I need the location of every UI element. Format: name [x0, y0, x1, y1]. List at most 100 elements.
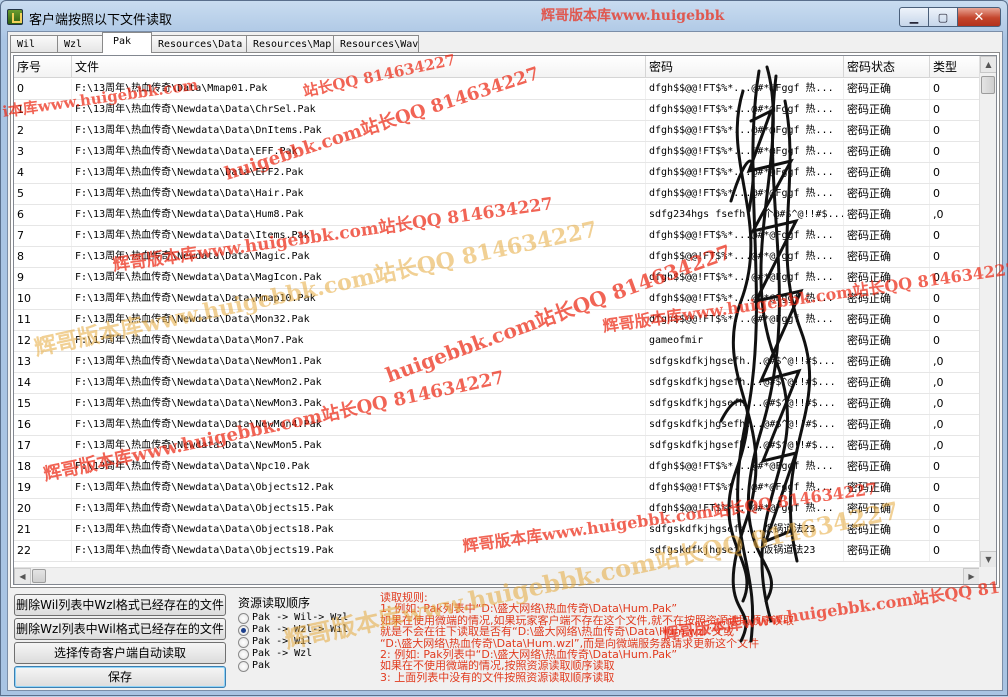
file-path-cell: F:\13周年\热血传奇\Newdata\Data\DnItems.Pak	[72, 121, 646, 141]
table-row[interactable]: 17 F:\13周年\热血传奇\Newdata\Data\NewMon5.Pak s…	[14, 436, 986, 457]
radio-button-icon[interactable]	[238, 648, 249, 660]
table-row[interactable]: 13 F:\13周年\热血传奇\Newdata\Data\NewMon1.Pak s…	[14, 352, 986, 373]
scroll-right-button[interactable]: ▶	[963, 568, 980, 584]
resource-order-radio[interactable]: Pak -> Wil-> Wzl	[238, 612, 348, 624]
password-cell: sdfg234hgs fsefh...个@#$^@!!#$...	[646, 205, 844, 225]
horizontal-scroll-thumb[interactable]	[32, 569, 46, 583]
table-row[interactable]: 2 F:\13周年\热血传奇\Newdata\Data\DnItems.Pak df…	[14, 121, 986, 142]
column-header[interactable]: 文件	[72, 56, 646, 78]
column-header[interactable]: 类型	[930, 56, 986, 78]
password-status-cell: 密码正确	[844, 499, 930, 519]
auto-read-client-button[interactable]: 选择传奇客户端自动读取	[14, 642, 226, 664]
table-row[interactable]: 20 F:\13周年\热血传奇\Newdata\Data\Objects15.Pa…	[14, 499, 986, 520]
table-row[interactable]: 5 F:\13周年\热血传奇\Newdata\Data\Hair.Pak dfgh$…	[14, 184, 986, 205]
vertical-scrollbar[interactable]: ▲ ▼	[979, 56, 996, 568]
tab-pak[interactable]: Pak	[102, 32, 152, 53]
radio-button-icon[interactable]	[238, 636, 249, 648]
vertical-scroll-thumb[interactable]	[981, 76, 995, 94]
table-row[interactable]: 18 F:\13周年\热血传奇\Newdata\Data\Npc10.Pak dfg…	[14, 457, 986, 478]
table-row[interactable]: 7 F:\13周年\热血传奇\Newdata\Data\Items.Pak dfgh…	[14, 226, 986, 247]
table-row[interactable]: 19 F:\13周年\热血传奇\Newdata\Data\Objects12.Pa…	[14, 478, 986, 499]
column-header[interactable]: 密码状态	[844, 56, 930, 78]
table-row[interactable]: 8 F:\13周年\热血传奇\Newdata\Data\Magic.Pak dfgh…	[14, 247, 986, 268]
table-row[interactable]: 3 F:\13周年\热血传奇\Newdata\Data\EFF.Pak dfgh$$…	[14, 142, 986, 163]
row-index-cell: 12	[14, 331, 72, 351]
type-cell: 0	[930, 226, 986, 246]
type-cell: 0	[930, 268, 986, 288]
file-path-cell: F:\13周年\热血传奇\Newdata\Data\Objects15.Pak	[72, 499, 646, 519]
rule-line: 2: 例如: Pak列表中“D:\盛大网络\热血传奇\Data\Hum.Pak”	[380, 649, 678, 661]
horizontal-scrollbar[interactable]: ◀ ▶	[14, 567, 980, 584]
maximize-button[interactable]: ▢	[928, 7, 958, 27]
type-cell: ,0	[930, 394, 986, 414]
password-cell: dfgh$$@@!FT$%*...@#*@Fggf 热...	[646, 226, 844, 246]
scroll-down-button[interactable]: ▼	[980, 551, 996, 568]
radio-label: Pak	[252, 660, 271, 671]
rule-line: 3: 上面列表中没有的文件按照资源读取顺序读取	[380, 671, 615, 684]
resource-order-radio[interactable]: Pak -> Wzl	[238, 648, 312, 660]
column-header[interactable]: 序号	[14, 56, 72, 78]
type-cell: 0	[930, 310, 986, 330]
row-index-cell: 16	[14, 415, 72, 435]
table-row[interactable]: 1 F:\13周年\热血传奇\Newdata\Data\ChrSel.Pak dfg…	[14, 100, 986, 121]
resource-order-radio[interactable]: Pak -> Wzl-> Wil	[238, 624, 348, 636]
title-bar[interactable]: 客户端按照以下文件读取 ▁ ▢ ✕	[1, 1, 1007, 31]
file-path-cell: F:\13周年\热血传奇\Newdata\Data\Mmap10.Pak	[72, 289, 646, 309]
radio-button-icon[interactable]	[238, 624, 249, 636]
password-cell: dfgh$$@@!FT$%*...@#*@Fggf 热...	[646, 247, 844, 267]
delete-wzl-duplicates-button[interactable]: 删除Wzl列表中Wil格式已经存在的文件	[14, 618, 226, 640]
resource-order-radio[interactable]: Pak	[238, 660, 270, 672]
tab-resources-data[interactable]: Resources\Data	[151, 35, 247, 53]
table-row[interactable]: 6 F:\13周年\热血传奇\Newdata\Data\Hum8.Pak sdfg2…	[14, 205, 986, 226]
table-header: 序号 文件 密码 密码状态 类型	[14, 56, 986, 78]
resource-order-radio[interactable]: Pak -> Wil	[238, 636, 312, 648]
type-cell: 0	[930, 79, 986, 99]
file-path-cell: F:\13周年\热血传奇\Newdata\Data\Objects19.Pak	[72, 541, 646, 561]
password-status-cell: 密码正确	[844, 79, 930, 99]
minimize-icon: ▁	[909, 10, 919, 24]
table-row[interactable]: 10 F:\13周年\热血传奇\Newdata\Data\Mmap10.Pak df…	[14, 289, 986, 310]
table-row[interactable]: 9 F:\13周年\热血传奇\Newdata\Data\MagIcon.Pak df…	[14, 268, 986, 289]
radio-button-icon[interactable]	[238, 612, 249, 624]
password-status-cell: 密码正确	[844, 247, 930, 267]
save-button[interactable]: 保存	[14, 666, 226, 688]
rule-line: 如果在使用微端的情况,如果玩家客户端不存在这个文件,就不在按照资源读取顺序读取	[380, 614, 794, 627]
tab-resources-map[interactable]: Resources\Map	[246, 35, 334, 53]
tab-wzl[interactable]: Wzl	[57, 35, 103, 53]
app-icon	[7, 9, 23, 25]
tab-wil[interactable]: Wil	[10, 35, 58, 53]
type-cell: 0	[930, 184, 986, 204]
row-index-cell: 19	[14, 478, 72, 498]
type-cell: 0	[930, 331, 986, 351]
scroll-up-button[interactable]: ▲	[980, 56, 996, 73]
column-header[interactable]: 密码	[646, 56, 844, 78]
file-path-cell: F:\13周年\热血传奇\Newdata\Data\Items.Pak	[72, 226, 646, 246]
tab-resources-wav[interactable]: Resources\Wav	[333, 35, 419, 53]
delete-wil-duplicates-button[interactable]: 删除Wil列表中Wzl格式已经存在的文件	[14, 594, 226, 616]
table-row[interactable]: 15 F:\13周年\热血传奇\Newdata\Data\NewMon3.Pak s…	[14, 394, 986, 415]
password-cell: dfgh$$@@!FT$%*...@#*@Fggf 热...	[646, 163, 844, 183]
password-status-cell: 密码正确	[844, 394, 930, 414]
password-cell: dfgh$$@@!FT$%*...@#*@Fggf 热...	[646, 499, 844, 519]
table-row[interactable]: 12 F:\13周年\热血传奇\Newdata\Data\Mon7.Pak game…	[14, 331, 986, 352]
table-row[interactable]: 22 F:\13周年\热血传奇\Newdata\Data\Objects19.Pa…	[14, 541, 986, 562]
radio-label: Pak -> Wil-> Wzl	[252, 612, 349, 623]
scroll-left-button[interactable]: ◀	[14, 568, 31, 584]
row-index-cell: 11	[14, 310, 72, 330]
type-cell: 0	[930, 289, 986, 309]
rule-line: 1: 例如: Pak列表中“D:\盛大网络\热血传奇\Data\Hum.Pak”	[380, 603, 678, 615]
row-index-cell: 10	[14, 289, 72, 309]
table-row[interactable]: 4 F:\13周年\热血传奇\Newdata\Data\EFF2.Pak dfgh$…	[14, 163, 986, 184]
file-path-cell: F:\13周年\热血传奇\Newdata\Data\Mon7.Pak	[72, 331, 646, 351]
radio-button-icon[interactable]	[238, 660, 249, 672]
maximize-icon: ▢	[937, 10, 949, 24]
file-path-cell: F:\13周年\热血传奇\Newdata\Data\ChrSel.Pak	[72, 100, 646, 120]
table-row[interactable]: 16 F:\13周年\热血传奇\Newdata\Data\NewMon4.Pak s…	[14, 415, 986, 436]
table-row[interactable]: 21 F:\13周年\热血传奇\Newdata\Data\Objects18.Pa…	[14, 520, 986, 541]
close-button[interactable]: ✕	[957, 7, 1001, 27]
table-row[interactable]: 14 F:\13周年\热血传奇\Newdata\Data\NewMon2.Pak s…	[14, 373, 986, 394]
table-row[interactable]: 0 F:\13周年\热血传奇\Data\Mmap01.Pak dfgh$$@@!FT…	[14, 79, 986, 100]
table-row[interactable]: 11 F:\13周年\热血传奇\Newdata\Data\Mon32.Pak dfg…	[14, 310, 986, 331]
pak-file-table[interactable]: 序号 文件 密码 密码状态 类型 0 F:\13周年\热血传奇\Data\Mmap01.P…	[13, 55, 997, 585]
minimize-button[interactable]: ▁	[899, 7, 929, 27]
